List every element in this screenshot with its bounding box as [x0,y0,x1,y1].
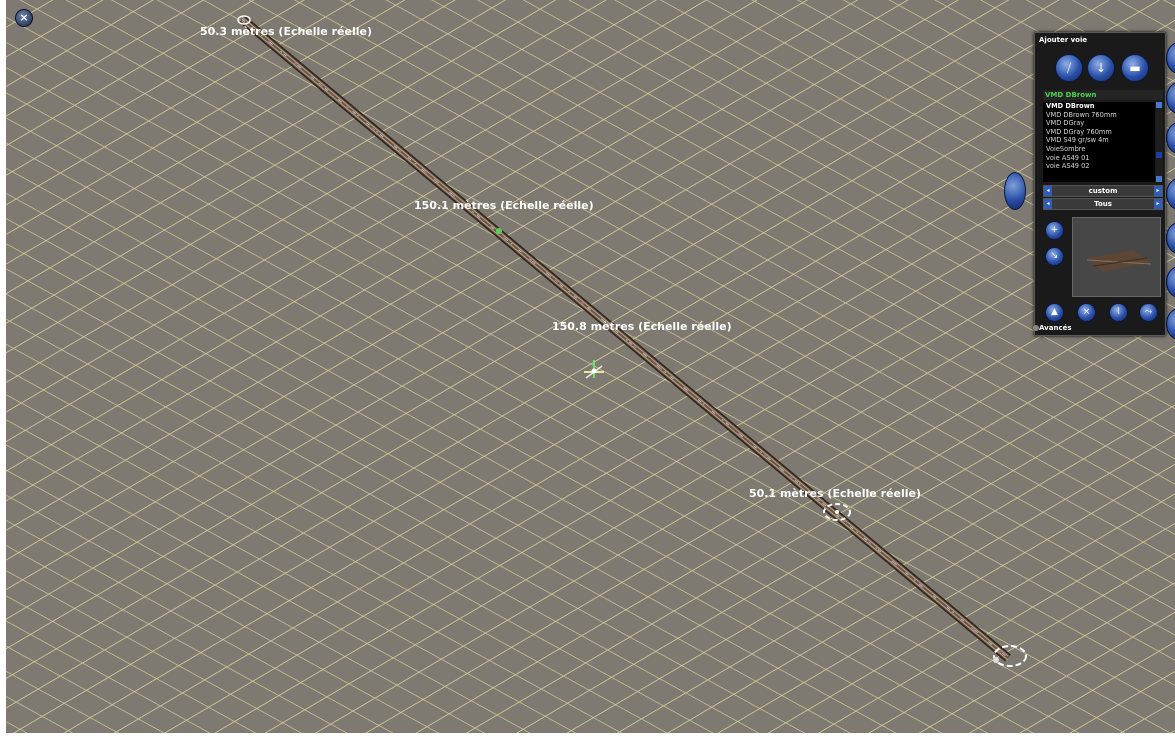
distance-label-4: 50.1 mètres (Echelle réelle) [749,487,921,500]
3d-viewport[interactable]: 50.3 mètres (Echelle réelle) 150.1 mètre… [6,0,1175,733]
distance-label-3: 150.8 mètres (Echelle réelle) [552,320,732,333]
track-tool-button[interactable]: ⧸ [1055,54,1083,82]
delete-tool-button[interactable]: ▬ [1121,54,1149,82]
distance-label-1: 50.3 mètres (Echelle réelle) [200,25,372,38]
list-item[interactable]: VMD DGray [1043,119,1155,128]
track-preview [1072,217,1161,297]
pick-track-button[interactable]: ↘ [1045,247,1064,266]
list-item[interactable]: VMD S49 gr/sw 4m [1043,136,1155,145]
list-item[interactable]: VMD DBrown 760mm [1043,111,1155,120]
close-icon[interactable]: × [15,9,33,27]
add-favorite-button[interactable]: + [1045,221,1064,240]
collapse-panel-button[interactable] [1004,172,1026,210]
panel-title: Ajouter voie [1039,36,1088,44]
chevron-left-icon[interactable]: ◂ [1044,186,1052,196]
ground-grid [6,0,1175,733]
distance-label-2: 150.1 mètres (Echelle réelle) [414,199,594,212]
raise-button[interactable]: ▲ [1045,303,1064,322]
chevron-right-icon[interactable]: ▸ [1154,199,1162,209]
track-list-scrollbar[interactable] [1156,102,1162,182]
add-track-panel: Ajouter voie ⧸ ↓ ▬ VMD DBrown VMD DBrown… [1033,32,1166,336]
scroll-down-icon[interactable] [1156,176,1162,182]
spline-point-tool-button[interactable]: ↓ [1087,54,1115,82]
scroll-up-icon[interactable] [1156,102,1162,108]
ground-grid-scene[interactable]: 50.3 mètres (Echelle réelle) 150.1 mètre… [6,0,1175,733]
chevron-right-icon[interactable]: ▸ [1154,186,1162,196]
advanced-toggle[interactable]: Avancés [1039,324,1072,332]
style-filter-value: custom [1088,187,1118,195]
selected-track-name: VMD DBrown [1043,90,1163,100]
list-item[interactable]: VMD DBrown [1043,102,1155,111]
smooth-button[interactable]: ⤳ [1139,303,1158,322]
list-item[interactable]: VMD DGray 760mm [1043,128,1155,137]
spline-point-icon: ↓ [1095,61,1107,75]
spline-point-mid-1[interactable] [496,228,502,234]
delete-spline-button[interactable]: × [1077,303,1096,322]
eraser-icon: ▬ [1129,61,1141,75]
category-filter-dropdown[interactable]: ◂ Tous ▸ [1043,198,1163,210]
category-filter-value: Tous [1094,200,1112,208]
list-item[interactable]: VoieSombre [1043,145,1155,154]
track-preview-image [1073,218,1160,296]
straighten-button[interactable]: ⌇ [1109,303,1128,322]
chevron-left-icon[interactable]: ◂ [1044,199,1052,209]
list-item[interactable]: voie AS49 02 [1043,162,1155,171]
list-item[interactable]: voie AS49 01 [1043,154,1155,163]
style-filter-dropdown[interactable]: ◂ custom ▸ [1043,185,1163,197]
track-list[interactable]: VMD DBrown VMD DBrown 760mm VMD DGray VM… [1043,102,1155,182]
scroll-thumb[interactable] [1156,152,1162,158]
track-icon: ⧸ [1066,61,1072,75]
